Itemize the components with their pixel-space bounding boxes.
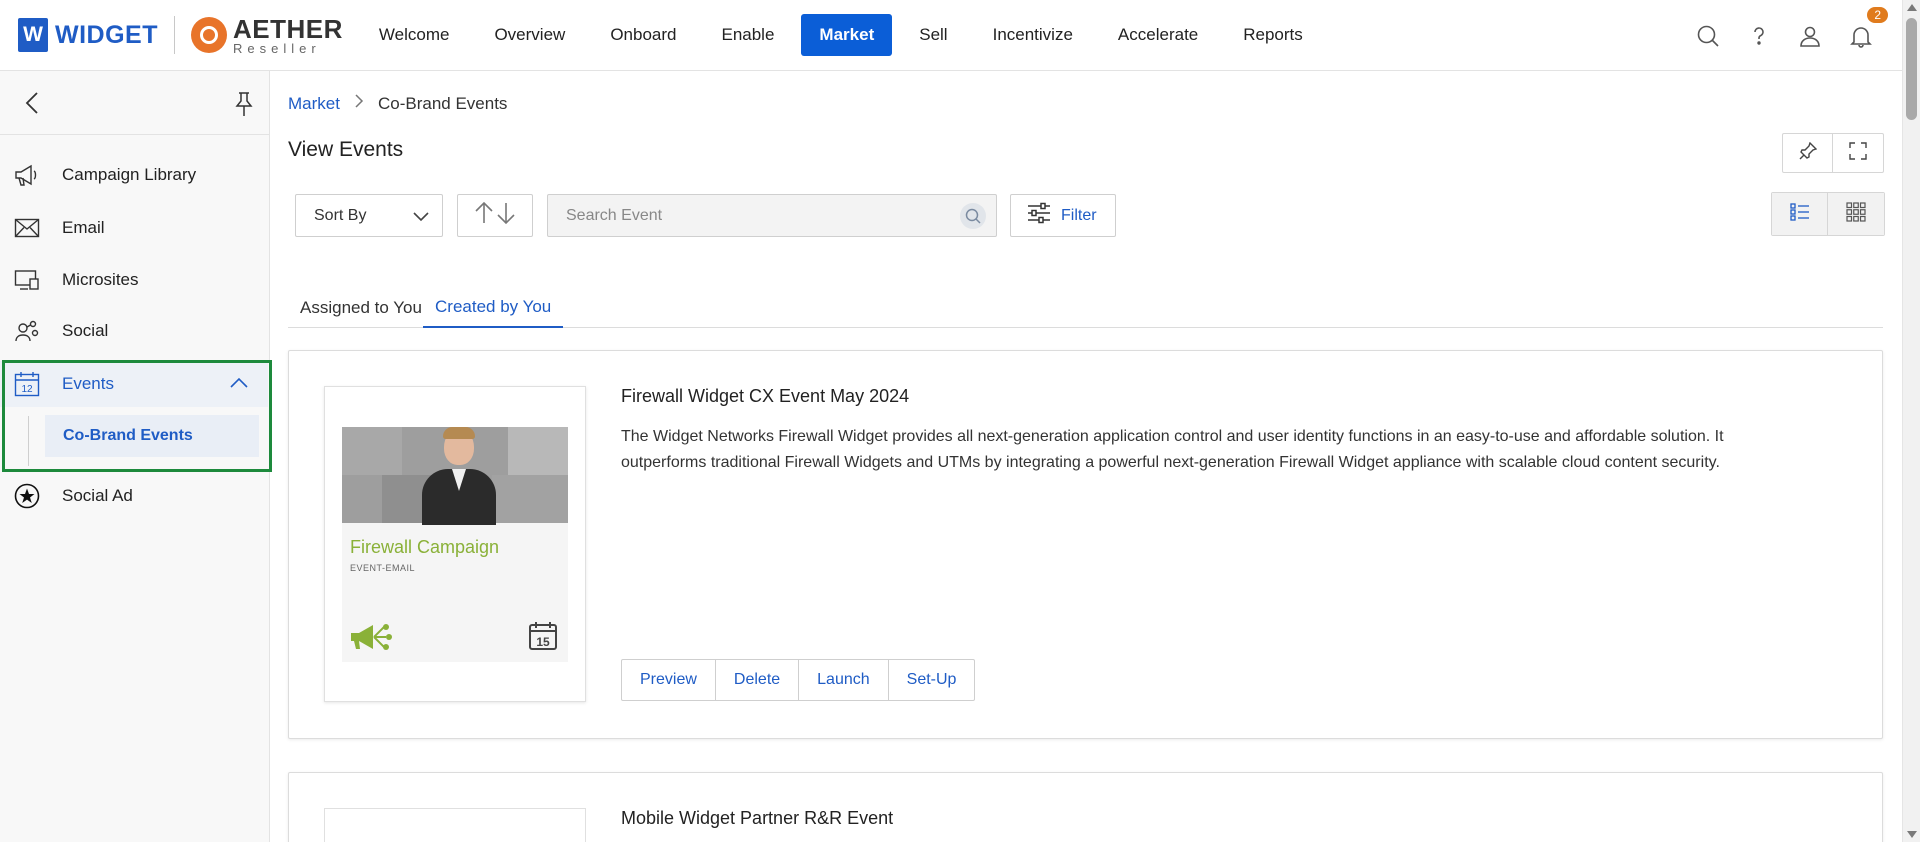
megaphone-icon	[14, 162, 40, 188]
header-actions: 2	[1695, 0, 1888, 71]
layout-toggle	[1771, 192, 1885, 236]
top-navigation-bar: W WIDGET AETHER Reseller Welcome Overvie…	[0, 0, 1902, 71]
launch-button[interactable]: Launch	[799, 660, 889, 700]
thumbnail-subtitle: EVENT-EMAIL	[350, 563, 416, 573]
grid-view-icon	[1846, 201, 1866, 227]
sidebar-item-label: Social	[62, 321, 109, 340]
sort-arrows-icon	[472, 201, 518, 230]
list-view-button[interactable]	[1772, 193, 1828, 235]
event-actions: Preview Delete Launch Set-Up	[621, 659, 976, 701]
search-event-input[interactable]	[548, 195, 928, 236]
page-scrollbar[interactable]	[1902, 0, 1920, 842]
brand-logos[interactable]: W WIDGET AETHER Reseller	[18, 16, 343, 55]
nav-market[interactable]: Market	[801, 14, 893, 56]
nav-sell[interactable]: Sell	[901, 14, 965, 56]
aether-logo-icon	[191, 17, 227, 53]
nav-overview[interactable]: Overview	[476, 14, 583, 56]
nav-reports[interactable]: Reports	[1225, 14, 1321, 56]
collapse-back-icon[interactable]	[22, 91, 44, 120]
preview-button[interactable]: Preview	[622, 660, 716, 700]
sidebar-item-social[interactable]: Social	[0, 308, 268, 354]
scroll-down-arrow-icon[interactable]	[1907, 831, 1917, 838]
breadcrumb-market-link[interactable]: Market	[288, 94, 340, 114]
aether-logo-text: AETHER Reseller	[233, 16, 343, 55]
page-title: View Events	[288, 138, 404, 161]
event-card: Firewall Campaign EVENT-EMAIL 15 Firewal…	[288, 350, 1883, 739]
widget-logo-mark: W	[18, 18, 48, 52]
thumbnail-calendar-day: 15	[536, 635, 550, 649]
breadcrumb-current: Co-Brand Events	[377, 93, 508, 113]
fullscreen-button[interactable]	[1833, 134, 1883, 172]
search-submit-icon[interactable]	[960, 203, 986, 229]
grid-view-button[interactable]	[1828, 193, 1884, 235]
notification-badge: 2	[1867, 6, 1888, 23]
main-nav: Welcome Overview Onboard Enable Market S…	[361, 0, 1330, 71]
help-icon[interactable]	[1746, 23, 1772, 49]
envelope-icon	[14, 215, 40, 241]
sliders-icon	[1027, 202, 1051, 229]
view-options	[1782, 133, 1884, 173]
scroll-up-arrow-icon[interactable]	[1907, 4, 1917, 11]
pin-icon	[1799, 141, 1817, 165]
event-thumbnail-card[interactable]: Firewall Campaign EVENT-EMAIL 15	[324, 386, 586, 702]
nav-incentivize[interactable]: Incentivize	[975, 14, 1091, 56]
nav-onboard[interactable]: Onboard	[592, 14, 694, 56]
sidebar: Campaign Library Email Microsites Social…	[0, 71, 272, 842]
event-thumbnail-card[interactable]	[324, 808, 586, 842]
pin-sidebar-icon[interactable]	[234, 91, 254, 122]
event-title: Firewall Widget CX Event May 2024	[621, 386, 910, 406]
sort-direction-toggle[interactable]	[457, 194, 533, 237]
event-title: Mobile Widget Partner R&R Event	[621, 808, 894, 828]
sidebar-item-social-ad[interactable]: Social Ad	[0, 473, 268, 519]
nav-accelerate[interactable]: Accelerate	[1100, 14, 1216, 56]
event-tabs: Assigned to You Created by You	[288, 280, 1883, 328]
setup-button[interactable]: Set-Up	[889, 660, 975, 700]
sidebar-header	[0, 71, 269, 135]
bell-icon[interactable]: 2	[1848, 6, 1888, 49]
thumbnail-photo	[342, 427, 568, 525]
calendar-icon: 15	[528, 621, 558, 656]
megaphone-network-icon	[350, 623, 394, 658]
scrollbar-thumb[interactable]	[1906, 18, 1917, 120]
monitor-icon	[14, 267, 40, 293]
delete-button[interactable]: Delete	[716, 660, 800, 700]
event-description: The Widget Networks Firewall Widget prov…	[621, 428, 1724, 471]
pin-view-button[interactable]	[1783, 134, 1833, 172]
sidebar-item-label: Social Ad	[62, 486, 133, 505]
events-highlight-box	[2, 360, 272, 472]
tab-assigned-to-you[interactable]: Assigned to You	[300, 288, 422, 328]
widget-logo-text: WIDGET	[55, 20, 158, 49]
nav-enable[interactable]: Enable	[703, 14, 792, 56]
sidebar-item-label: Microsites	[62, 270, 139, 289]
event-thumbnail: Firewall Campaign EVENT-EMAIL 15	[342, 427, 568, 662]
chevron-right-icon	[354, 93, 364, 114]
sidebar-item-email[interactable]: Email	[0, 205, 268, 251]
event-card: Mobile Widget Partner R&R Event	[288, 772, 1883, 842]
sidebar-item-campaign-library[interactable]: Campaign Library	[0, 152, 268, 198]
tab-created-by-you[interactable]: Created by You	[423, 288, 564, 328]
social-network-icon	[14, 318, 40, 344]
aether-name: AETHER	[233, 13, 343, 44]
fullscreen-icon	[1849, 141, 1867, 165]
sort-by-label: Sort By	[314, 206, 367, 224]
filter-button[interactable]: Filter	[1010, 194, 1116, 237]
sidebar-item-label: Email	[62, 218, 105, 237]
sidebar-item-label: Campaign Library	[62, 165, 197, 184]
thumbnail-title: Firewall Campaign	[350, 537, 500, 557]
list-view-icon	[1789, 202, 1810, 226]
sidebar-item-microsites[interactable]: Microsites	[0, 257, 268, 303]
chevron-down-icon	[412, 207, 430, 230]
user-icon[interactable]	[1797, 23, 1823, 49]
search-icon[interactable]	[1695, 23, 1721, 49]
search-event-box	[547, 194, 997, 237]
filter-label: Filter	[1061, 206, 1097, 224]
brand-divider	[174, 16, 175, 54]
breadcrumb: Market Co-Brand Events	[288, 93, 507, 114]
nav-welcome[interactable]: Welcome	[361, 14, 468, 56]
sort-by-dropdown[interactable]: Sort By	[295, 194, 443, 237]
star-badge-icon	[14, 483, 40, 509]
